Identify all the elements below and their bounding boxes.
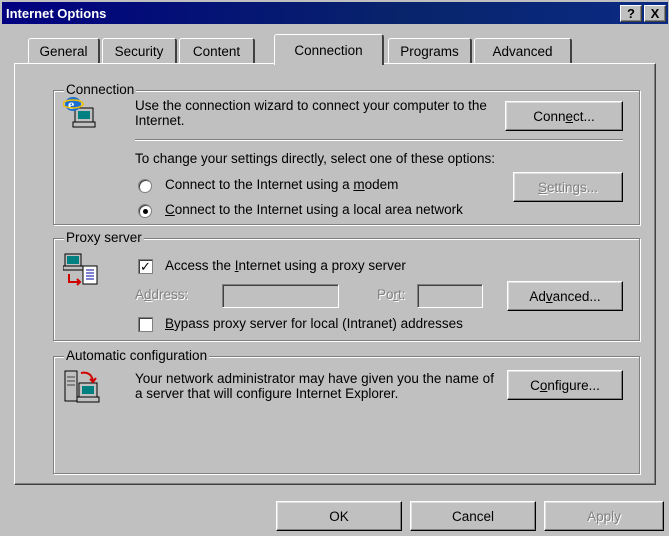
- proxy-server-icon: [63, 253, 98, 286]
- advanced-proxy-button[interactable]: Ad v anced...: [507, 281, 623, 311]
- connect-label-pre: Conn: [533, 108, 566, 124]
- help-button[interactable]: ?: [620, 5, 642, 22]
- proxy-address-input[interactable]: [222, 284, 339, 308]
- lan-label-post: onnect to the Internet using a local are…: [174, 202, 463, 217]
- use-proxy-checkbox[interactable]: ✓: [138, 259, 153, 274]
- radio-selected-dot: [143, 209, 148, 214]
- address-label: Address:: [135, 287, 188, 302]
- tab-advanced[interactable]: Advanced: [474, 38, 572, 64]
- modem-accesskey: m: [353, 177, 365, 192]
- tab-security[interactable]: Security: [102, 38, 177, 64]
- modem-label-pre: Connect to the Internet using a: [165, 177, 354, 192]
- tab-general[interactable]: General: [28, 38, 100, 64]
- lan-radio[interactable]: [138, 204, 152, 218]
- use-proxy-label-post: nternet using a proxy server: [238, 258, 406, 273]
- configure-label-post: nfigure...: [547, 377, 600, 393]
- advanced-accesskey: v: [545, 288, 553, 304]
- advanced-label-pre: Ad: [529, 288, 546, 304]
- wizard-description: Use the connection wizard to connect you…: [135, 98, 487, 128]
- use-proxy-label-pre: Access the: [165, 258, 235, 273]
- tab-connection[interactable]: Connection: [274, 34, 384, 65]
- bypass-label-post: ypass proxy server for local (Intranet) …: [174, 316, 463, 331]
- connect-label-post: ct...: [573, 108, 595, 124]
- internet-options-dialog: Internet Options ? X General Security Co…: [0, 0, 670, 537]
- configure-label-pre: C: [530, 377, 540, 393]
- connection-panel: Connection e Use the connection wizard t…: [14, 63, 656, 485]
- use-proxy-label[interactable]: Access the Internet using a proxy server: [165, 258, 406, 273]
- settings-accesskey: S: [537, 179, 547, 195]
- group-legend: Proxy server: [64, 230, 144, 245]
- lan-accesskey: C: [165, 202, 175, 217]
- server-computer-icon: [64, 370, 100, 403]
- settings-label-post: ettings...: [546, 179, 599, 195]
- proxy-port-input[interactable]: [417, 284, 483, 308]
- tab-label: Connection: [294, 42, 363, 58]
- tab-label: Content: [192, 44, 241, 59]
- close-button[interactable]: X: [644, 5, 666, 22]
- window-title: Internet Options: [6, 6, 107, 21]
- cancel-button[interactable]: Cancel: [410, 501, 536, 531]
- connect-button[interactable]: Conn e ct...: [505, 101, 623, 131]
- address-accesskey: d: [144, 287, 152, 302]
- tab-label: Security: [114, 44, 164, 59]
- internet-explorer-computer-icon: e: [63, 97, 96, 128]
- address-label-pre: A: [135, 287, 145, 302]
- tab-label: General: [39, 44, 88, 59]
- modem-option-label[interactable]: Connect to the Internet using a modem: [165, 177, 398, 192]
- modem-radio[interactable]: [138, 179, 152, 193]
- connect-accesskey: e: [565, 108, 574, 124]
- group-legend: Automatic configuration: [64, 348, 210, 363]
- title-bar[interactable]: Internet Options ? X: [2, 2, 668, 24]
- address-label-post: dress:: [151, 287, 189, 302]
- bypass-local-label[interactable]: Bypass proxy server for local (Intranet)…: [165, 316, 463, 331]
- bypass-local-checkbox[interactable]: [138, 317, 153, 332]
- port-label-post: t:: [398, 287, 406, 302]
- tab-content[interactable]: Content: [179, 38, 255, 64]
- change-settings-text: To change your settings directly, select…: [135, 151, 495, 166]
- tab-programs[interactable]: Programs: [388, 38, 472, 64]
- modem-label-post: odem: [364, 177, 399, 192]
- lan-option-label[interactable]: Connect to the Internet using a local ar…: [165, 202, 463, 217]
- settings-button[interactable]: Settings...: [513, 172, 623, 202]
- port-label: Port:: [377, 287, 406, 302]
- tab-label: Programs: [400, 44, 459, 59]
- ok-button[interactable]: OK: [276, 501, 402, 531]
- apply-button[interactable]: Apply: [544, 501, 664, 531]
- configure-button[interactable]: Co nfigure...: [507, 370, 623, 400]
- connection-separator: [135, 139, 623, 141]
- configure-accesskey: o: [539, 377, 548, 393]
- bypass-accesskey: B: [165, 316, 175, 331]
- tab-label: Advanced: [492, 44, 553, 59]
- autoconfig-description: Your network administrator may have give…: [135, 371, 494, 401]
- advanced-label-post: anced...: [552, 288, 601, 304]
- port-label-pre: Po: [377, 287, 394, 302]
